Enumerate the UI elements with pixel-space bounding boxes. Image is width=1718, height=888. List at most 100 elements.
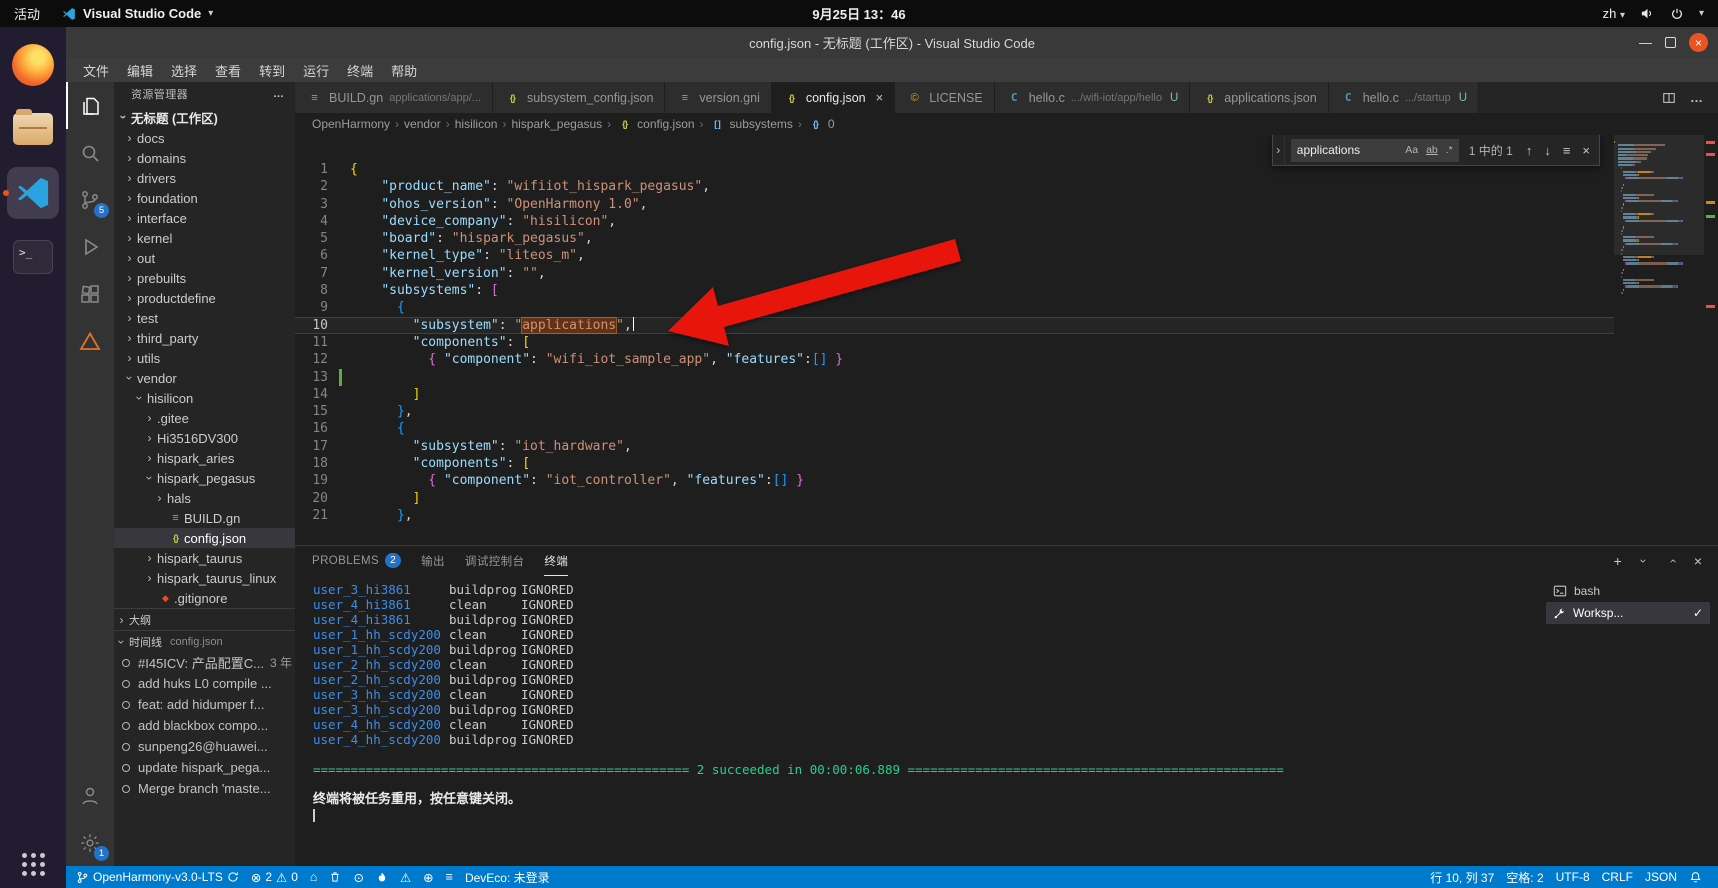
clean-trash-icon[interactable] [323, 866, 347, 888]
tree-item-third_party[interactable]: ›third_party [114, 328, 295, 348]
explorer-icon[interactable] [66, 82, 114, 129]
toggle-replace-icon[interactable]: › [1273, 135, 1285, 165]
code-line[interactable]: 6 "kernel_type": "liteos_m", [295, 247, 1614, 264]
tree-item-utils[interactable]: ›utils [114, 348, 295, 368]
tasklist-icon[interactable]: ≡ [440, 866, 459, 888]
record-icon[interactable]: ⊙ [347, 866, 369, 888]
tree-item-Hi3516DV300[interactable]: ›Hi3516DV300 [114, 428, 295, 448]
tab-hello.c[interactable]: Chello.c.../startupU [1329, 82, 1479, 113]
panel-tab-调试控制台[interactable]: 调试控制台 [465, 546, 525, 576]
tree-item-vendor[interactable]: ›vendor [114, 368, 295, 388]
volume-icon[interactable] [1640, 6, 1655, 21]
code-line[interactable]: 3 "ohos_version": "OpenHarmony 1.0", [295, 196, 1614, 213]
code-line[interactable]: 20 ] [295, 490, 1614, 507]
burn-flash-icon[interactable] [370, 866, 394, 888]
tree-item-.gitignore[interactable]: ◆.gitignore [114, 588, 295, 608]
close-find-icon[interactable]: × [1579, 143, 1593, 158]
minimap[interactable] [1614, 135, 1704, 545]
breadcrumb-item-hisilicon[interactable]: hisilicon [455, 117, 498, 131]
home-icon[interactable]: ⌂ [304, 866, 324, 888]
tree-item-domains[interactable]: ›domains [114, 148, 295, 168]
outline-section-header[interactable]: › 大纲 [114, 608, 295, 630]
branch-indicator[interactable]: OpenHarmony-v3.0-LTS [70, 866, 245, 888]
menu-item-转到[interactable]: 转到 [250, 58, 294, 82]
more-actions-icon[interactable]: … [1690, 90, 1704, 105]
menu-item-运行[interactable]: 运行 [294, 58, 338, 82]
new-terminal-icon[interactable]: + [1614, 553, 1622, 569]
timeline-item[interactable]: add blackbox compo... [114, 715, 295, 736]
breadcrumb-item-0[interactable]: {}0 [807, 117, 835, 131]
code-line[interactable]: 16 { [295, 420, 1614, 437]
clock[interactable]: 9月25日 13：46 [812, 0, 905, 27]
find-input[interactable]: applications Aa ab .* [1291, 139, 1459, 162]
timeline-item[interactable]: Merge branch 'maste... [114, 778, 295, 799]
maximize-icon[interactable] [1665, 37, 1676, 48]
code-line[interactable]: 4 "device_company": "hisilicon", [295, 213, 1614, 230]
code-line[interactable]: 2 "product_name": "wifiiot_hispark_pegas… [295, 178, 1614, 195]
tree-item-hispark_taurus_linux[interactable]: ›hispark_taurus_linux [114, 568, 295, 588]
tree-item-config.json[interactable]: {}config.json [114, 528, 295, 548]
terminal-list-item-bash[interactable]: bash [1546, 580, 1710, 602]
timeline-item[interactable]: update hispark_pega... [114, 757, 295, 778]
code-line[interactable]: 9 { [295, 299, 1614, 316]
timeline-item[interactable]: sunpeng26@huawei... [114, 736, 295, 757]
search-icon[interactable] [66, 129, 114, 176]
find-next-icon[interactable]: ↓ [1541, 143, 1554, 158]
timeline-section-header[interactable]: › 时间线 config.json [114, 630, 295, 652]
split-editor-icon[interactable] [1662, 91, 1676, 105]
code-line[interactable]: 7 "kernel_version": "", [295, 265, 1614, 282]
cursor-position[interactable]: 行 10, 列 37 [1424, 866, 1500, 888]
settings-gear-icon[interactable]: 1 [66, 819, 114, 866]
menu-item-文件[interactable]: 文件 [74, 58, 118, 82]
code-line[interactable]: 19 { "component": "iot_controller", "fea… [295, 472, 1614, 489]
target-icon[interactable]: ⊕ [417, 866, 439, 888]
tree-item-foundation[interactable]: ›foundation [114, 188, 295, 208]
timeline-item[interactable]: #I45ICV: 产品配置C...3 年 [114, 652, 295, 673]
code-line[interactable]: 5 "board": "hispark_pegasus", [295, 230, 1614, 247]
tree-item-.gitee[interactable]: ›.gitee [114, 408, 295, 428]
terminal-output[interactable]: user_3_hi3861buildprogIGNOREDuser_4_hi38… [295, 576, 1546, 866]
match-case-icon[interactable]: Aa [1402, 143, 1421, 157]
deveco-login-status[interactable]: DevEco: 未登录 [459, 866, 556, 888]
tree-item-docs[interactable]: ›docs [114, 128, 295, 148]
tree-item-hispark_pegasus[interactable]: ›hispark_pegasus [114, 468, 295, 488]
app-menu[interactable]: Visual Studio Code ▾ [62, 6, 213, 21]
find-in-selection-icon[interactable]: ≡ [1560, 143, 1574, 158]
panel-tab-输出[interactable]: 输出 [421, 546, 445, 576]
tree-item-hals[interactable]: ›hals [114, 488, 295, 508]
activities-button[interactable]: 活动 [14, 4, 40, 23]
tab-version.gni[interactable]: ≡version.gni [665, 82, 771, 113]
tree-item-out[interactable]: ›out [114, 248, 295, 268]
find-previous-icon[interactable]: ↑ [1523, 143, 1536, 158]
dock-terminal[interactable]: >_ [2, 227, 64, 287]
maximize-panel-icon[interactable]: › [1665, 554, 1679, 569]
problems-indicator[interactable]: ⊗ 2 ⚠ 0 [245, 866, 304, 888]
regex-icon[interactable]: .* [1443, 143, 1456, 157]
show-applications-button[interactable] [22, 853, 45, 876]
deveco-tool-icon[interactable] [66, 317, 114, 364]
tree-item-hispark_aries[interactable]: ›hispark_aries [114, 448, 295, 468]
alert-icon[interactable]: ⚠ [394, 866, 417, 888]
code-line[interactable]: 21 }, [295, 507, 1614, 524]
code-line[interactable]: 10 "subsystem": "applications", [295, 317, 1614, 334]
tree-item-test[interactable]: ›test [114, 308, 295, 328]
menu-item-终端[interactable]: 终端 [338, 58, 382, 82]
code-line[interactable]: 14 ] [295, 386, 1614, 403]
notifications-bell-icon[interactable] [1683, 866, 1708, 888]
code-editor[interactable]: 1{2 "product_name": "wifiiot_hispark_peg… [295, 135, 1614, 545]
breadcrumb-item-hispark_pegasus[interactable]: hispark_pegasus [511, 117, 602, 131]
eol-indicator[interactable]: CRLF [1596, 866, 1639, 888]
code-line[interactable]: 17 "subsystem": "iot_hardware", [295, 438, 1614, 455]
dock-vscode[interactable] [2, 163, 64, 223]
close-tab-icon[interactable]: × [876, 90, 884, 105]
run-debug-icon[interactable] [66, 223, 114, 270]
code-line[interactable]: 11 "components": [ [295, 334, 1614, 351]
tree-item-drivers[interactable]: ›drivers [114, 168, 295, 188]
keyboard-layout-indicator[interactable]: zh ▾ [1603, 6, 1625, 21]
code-line[interactable]: 8 "subsystems": [ [295, 282, 1614, 299]
tab-applications.json[interactable]: {}applications.json [1190, 82, 1328, 113]
minimize-icon[interactable]: — [1639, 35, 1652, 50]
terminal-dropdown-icon[interactable]: › [1636, 554, 1650, 569]
panel-tab-PROBLEMS[interactable]: PROBLEMS2 [312, 546, 401, 576]
menu-item-查看[interactable]: 查看 [206, 58, 250, 82]
